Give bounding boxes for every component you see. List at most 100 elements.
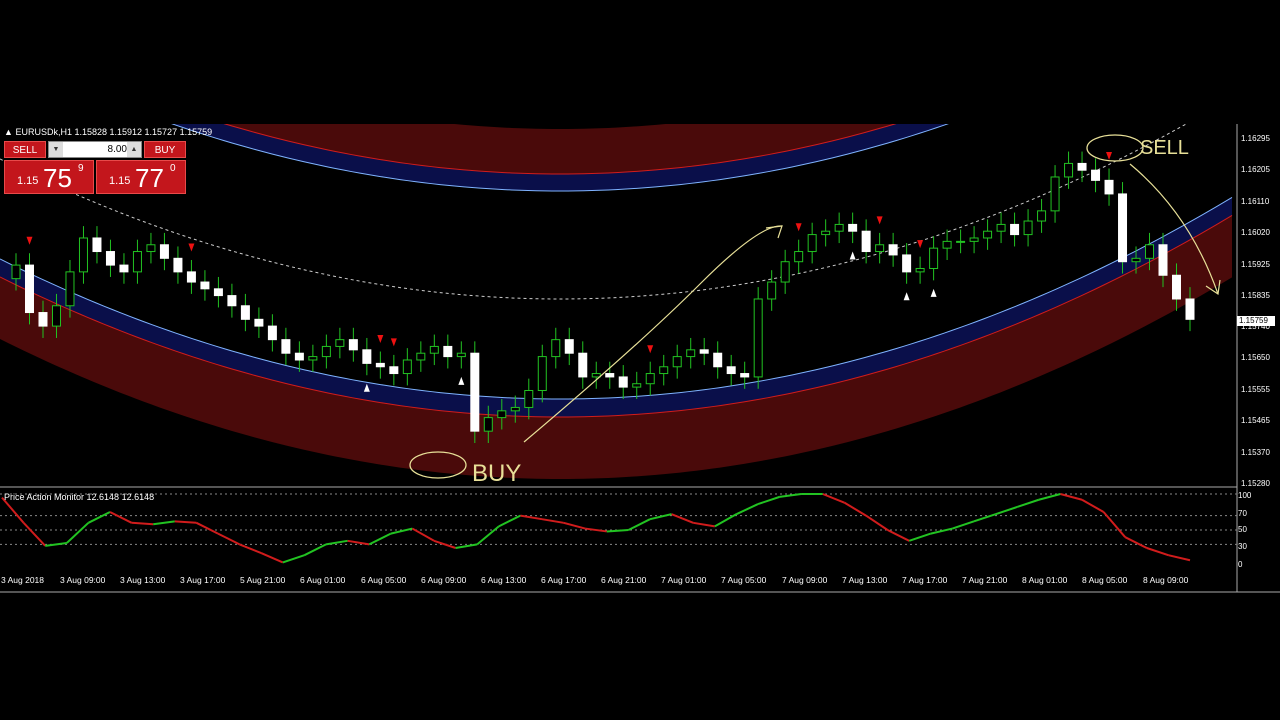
indicator-segment [1124, 536, 1148, 549]
sell-arrow-icon [1106, 152, 1113, 161]
candle-body [186, 271, 196, 283]
candle-body [942, 240, 952, 249]
candle-body [578, 352, 588, 378]
indicator-segment [952, 520, 975, 530]
indicator-segment [282, 554, 305, 564]
candle-body [834, 223, 844, 232]
indicator-segment [433, 539, 456, 549]
candle-body [510, 406, 520, 412]
candle-body [159, 244, 169, 259]
indicator-segment [649, 513, 672, 521]
decrease-lot-icon[interactable]: ▼ [49, 142, 63, 157]
time-tick: 6 Aug 13:00 [481, 575, 527, 585]
time-tick: 6 Aug 01:00 [300, 575, 346, 585]
indicator-segment [843, 501, 867, 517]
lot-size-input[interactable] [65, 142, 127, 157]
candle-body [213, 288, 223, 297]
candle-body [105, 251, 115, 266]
candle-body [456, 352, 466, 358]
indicator-segment [476, 525, 500, 546]
price-tick: 1.16295 [1241, 134, 1270, 143]
symbol-title: EURUSDk,H1 [15, 127, 72, 137]
price-tick: 1.15370 [1241, 448, 1270, 457]
chart-title: ▲ EURUSDk,H1 1.15828 1.15912 1.15727 1.1… [4, 127, 212, 137]
candle-body [1104, 179, 1114, 195]
candle-body [888, 244, 898, 256]
candle-body [983, 230, 993, 239]
candle-body [281, 339, 291, 354]
indicator-segment [325, 539, 348, 546]
candle-body [753, 298, 763, 378]
indicator-segment [563, 521, 586, 530]
candle-body [726, 366, 736, 375]
candle-body [969, 237, 979, 242]
indicator-segment [908, 532, 932, 542]
candle-body [1131, 257, 1141, 263]
time-tick: 6 Aug 21:00 [601, 575, 647, 585]
time-tick: 8 Aug 05:00 [1082, 575, 1128, 585]
indicator-segment [260, 552, 284, 564]
sell-arrow-icon [917, 240, 924, 249]
buy-button[interactable]: BUY [144, 141, 186, 158]
sell-arrow-icon [377, 335, 384, 344]
sell-arrow-icon [876, 216, 883, 225]
candle-body [65, 271, 75, 307]
chart-canvas[interactable]: BUY SELL [0, 124, 1280, 596]
sell-button[interactable]: SELL [4, 141, 46, 158]
indicator-segment [1081, 498, 1105, 513]
candle-body [807, 234, 817, 253]
candle-body [119, 264, 129, 273]
candle-body [294, 352, 304, 361]
indicator-title: Price Action Monitor 12.6148 12.6148 [4, 492, 155, 502]
buy-price-button[interactable]: 1.15 77 0 [96, 160, 186, 194]
buy-price-sup: 0 [170, 163, 176, 174]
time-tick: 7 Aug 13:00 [842, 575, 888, 585]
time-tick: 6 Aug 09:00 [421, 575, 467, 585]
time-tick: 7 Aug 09:00 [782, 575, 828, 585]
candle-body [389, 366, 399, 375]
indicator-segment [22, 522, 46, 547]
indicator-segment [1146, 547, 1169, 557]
candle-body [1172, 274, 1182, 300]
time-tick: 3 Aug 2018 [1, 575, 45, 585]
candle-body [1064, 162, 1074, 178]
time-tick: 5 Aug 21:00 [240, 575, 286, 585]
increase-lot-icon[interactable]: ▲ [127, 142, 141, 157]
sell-price-big: 75 [43, 163, 72, 193]
indicator-segment [1060, 493, 1083, 501]
price-tick: 1.16110 [1241, 197, 1270, 206]
indicator-segment [693, 521, 715, 528]
price-tick: 1.16205 [1241, 165, 1270, 174]
candle-body [78, 237, 88, 273]
price-tick: 1.15465 [1241, 416, 1270, 425]
indicator-segment [520, 514, 543, 521]
candle-body [524, 389, 534, 408]
indicator-levels [0, 493, 1237, 545]
candle-body [200, 281, 210, 290]
candle-body [929, 247, 939, 269]
sell-arrow-icon [390, 338, 397, 347]
collapse-icon[interactable]: ▲ [4, 127, 13, 137]
chart-window[interactable]: BUY SELL ▲ EURUSDk,H1 1.15828 1.15912 1.1… [0, 124, 1280, 596]
buy-price-big: 77 [135, 163, 164, 193]
lot-size-stepper[interactable]: ▼ ▲ [48, 141, 142, 158]
indicator-segment [303, 543, 327, 557]
indicator-segment [109, 511, 133, 524]
sell-price-button[interactable]: 1.15 75 9 [4, 160, 94, 194]
candle-body [146, 244, 156, 253]
indicator-segment [995, 506, 1018, 516]
time-tick: 7 Aug 01:00 [661, 575, 707, 585]
indicator-tick: 70 [1238, 509, 1247, 518]
price-tick: 1.15835 [1241, 291, 1270, 300]
indicator-segment [930, 527, 953, 535]
price-tick: 1.15555 [1241, 385, 1270, 394]
candle-body [956, 240, 966, 243]
indicator-segment [865, 514, 889, 531]
candle-body [861, 230, 871, 253]
candle-body [173, 257, 183, 273]
candle-body [564, 339, 574, 354]
indicator-segment [45, 541, 67, 547]
candle-body [362, 349, 372, 364]
candle-body [767, 281, 777, 300]
candle-body [321, 345, 331, 358]
